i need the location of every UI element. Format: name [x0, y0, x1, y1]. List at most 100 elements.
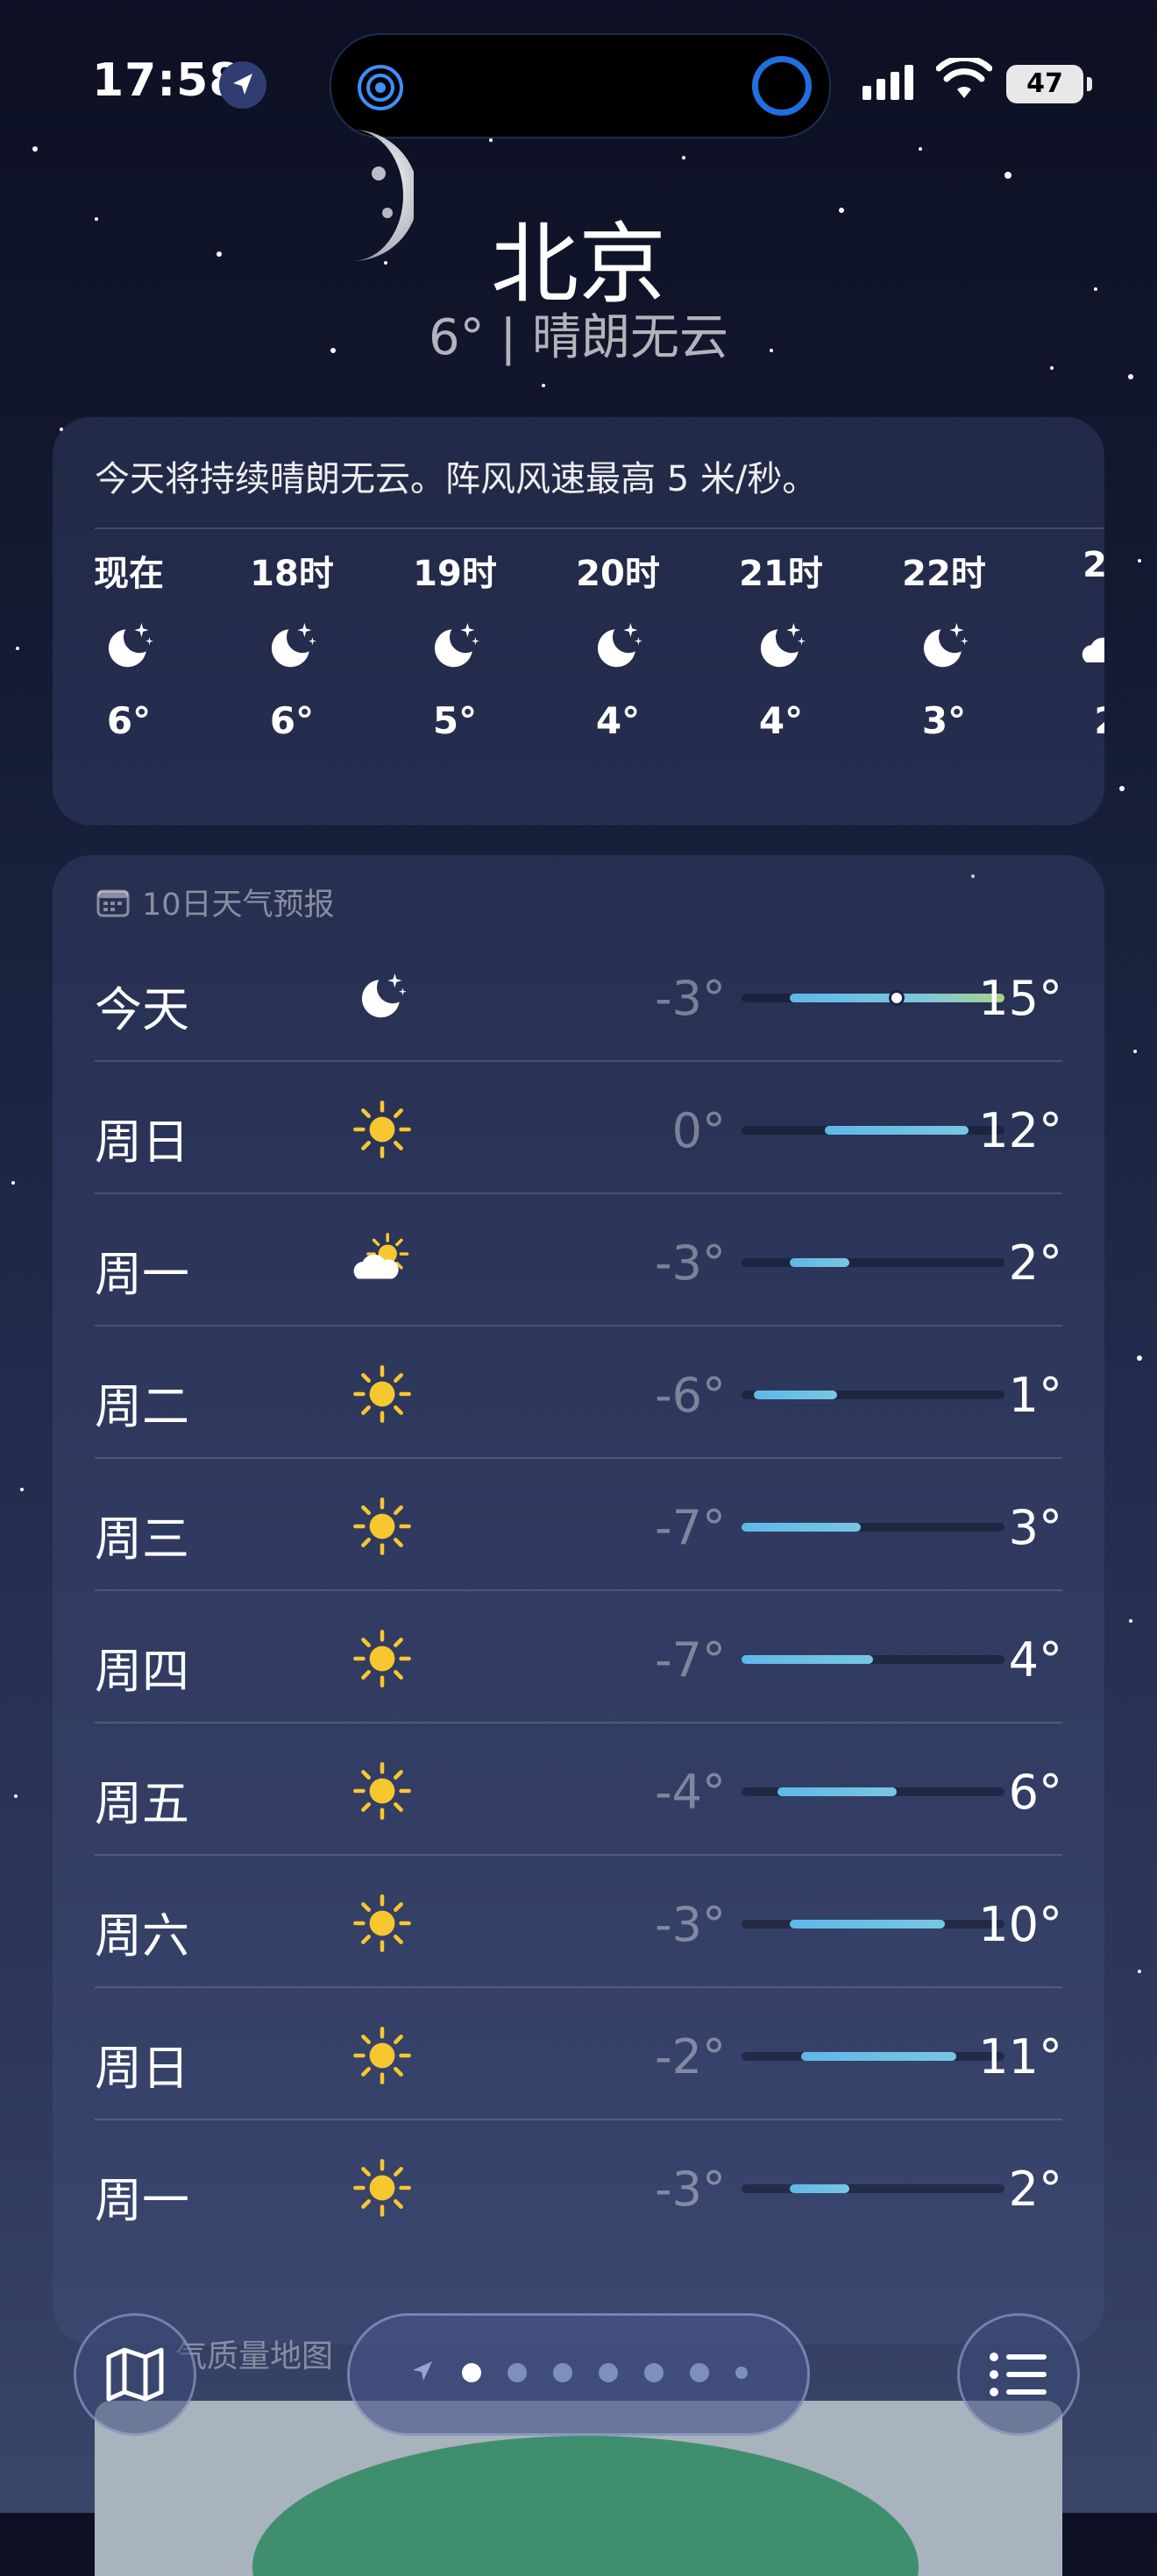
hour-temp: 6°	[269, 699, 315, 742]
page-dot[interactable]	[508, 2363, 527, 2382]
temp-range-fill	[742, 1655, 873, 1664]
low-temp: -7°	[655, 1632, 726, 1688]
moon-stars-icon	[724, 594, 838, 699]
temp-range-fill	[742, 1523, 862, 1532]
high-temp-value: 2°	[1008, 1235, 1062, 1291]
page-dot[interactable]	[599, 2363, 618, 2382]
ten-day-title: 10日天气预报	[142, 888, 335, 923]
day-label: 周日	[95, 1115, 189, 1170]
low-temp: -4°	[655, 1765, 726, 1820]
hour-label: 20时	[576, 554, 660, 594]
sun-icon	[347, 2153, 417, 2223]
moon-stars-icon	[561, 594, 675, 699]
page-dot[interactable]	[735, 2367, 748, 2379]
high-temp: 1°	[1006, 1368, 1062, 1423]
temp-range-bar	[742, 1920, 1004, 1928]
low-temp: -3°	[655, 971, 726, 1026]
hour-column: 现在 6°	[72, 545, 186, 742]
current-temp-marker	[889, 990, 905, 1006]
day-row[interactable]: 周一 -3° 2°	[95, 1195, 1062, 1327]
hour-label: 22时	[902, 554, 986, 594]
day-label: 周六	[95, 1908, 189, 1964]
high-temp-value: 4°	[1008, 1632, 1062, 1688]
ten-day-header: 10日天气预报	[96, 880, 335, 924]
hour-column: 19时 5°	[398, 545, 512, 742]
hour-label: 21时	[739, 554, 823, 594]
hour-column: 20时 4°	[561, 545, 675, 742]
high-temp: 10°	[978, 1897, 1062, 1952]
day-label: 周五	[95, 1776, 189, 1831]
day-row[interactable]: 周日 0° 12°	[95, 1063, 1062, 1194]
day-label: 今天	[95, 982, 189, 1037]
temp-range-fill	[825, 1126, 969, 1135]
day-row[interactable]: 周日 -2° 11°	[95, 1989, 1062, 2120]
temp-range-fill	[801, 2052, 957, 2061]
high-temp-value: 6°	[1008, 1765, 1062, 1820]
day-row[interactable]: 周六 -3° 10°	[95, 1857, 1062, 1988]
day-row[interactable]: 周二 -6° 1°	[95, 1327, 1062, 1459]
day-row[interactable]: 周一 -3° 2°	[95, 2121, 1062, 2253]
temp-range-bar	[742, 2184, 1004, 2193]
temp-range-bar	[742, 990, 1004, 1006]
map-button[interactable]	[74, 2313, 196, 2436]
day-label: 周二	[95, 1379, 189, 1434]
activity-ring-icon	[752, 56, 812, 116]
day-row[interactable]: 周三 -7° 3°	[95, 1460, 1062, 1591]
location-arrow-icon	[219, 61, 266, 109]
day-row[interactable]: 周五 -4° 6°	[95, 1724, 1062, 1856]
battery-indicator: 47	[1006, 65, 1092, 103]
ten-day-forecast-card[interactable]: 10日天气预报 今天 -3° 15° 周日 0° 12° 周一 -3° 2° 周…	[53, 855, 1104, 2345]
high-temp-value: 3°	[1008, 1500, 1062, 1555]
temp-range-bar	[742, 2052, 1004, 2061]
hour-column: 18时 6°	[235, 545, 349, 742]
divider	[95, 1060, 1062, 1062]
day-row[interactable]: 今天 -3° 15°	[95, 931, 1062, 1062]
temp-range-fill	[789, 2184, 849, 2193]
dynamic-island	[330, 33, 831, 138]
day-label: 周三	[95, 1511, 189, 1567]
list-icon	[990, 2353, 1047, 2396]
city-list-button[interactable]	[957, 2313, 1080, 2436]
hour-label: 现在	[94, 554, 164, 594]
hour-temp: 6°	[106, 699, 152, 742]
hour-temp: 2	[1050, 699, 1104, 742]
temp-range-bar	[742, 1787, 1004, 1796]
hour-column: 21时 4°	[724, 545, 838, 742]
temp-range-bar	[742, 1391, 1004, 1399]
day-label: 周日	[95, 2041, 189, 2096]
temp-range-fill	[753, 1391, 838, 1399]
page-dot[interactable]	[553, 2363, 572, 2382]
map-icon	[106, 2347, 164, 2402]
status-bar: 17:58 47	[0, 0, 1157, 175]
high-temp: 12°	[978, 1103, 1062, 1158]
temp-range-bar	[742, 1655, 1004, 1664]
temp-range-bar	[742, 1126, 1004, 1135]
cloud-moon-icon	[1050, 594, 1104, 699]
high-temp-value: 11°	[978, 2029, 1062, 2084]
sun-icon	[347, 1491, 417, 1561]
page-dot[interactable]	[644, 2363, 664, 2382]
calendar-icon	[96, 889, 130, 916]
current-location-page-icon[interactable]	[409, 2358, 436, 2388]
low-temp: -2°	[655, 2029, 726, 2084]
wifi-icon	[936, 58, 992, 98]
high-temp: 15°	[978, 971, 1062, 1026]
day-row[interactable]: 周四 -7° 4°	[95, 1592, 1062, 1723]
low-temp: -7°	[655, 1500, 726, 1555]
divider	[95, 1986, 1062, 1988]
page-dot[interactable]	[690, 2363, 709, 2382]
low-temp: -3°	[655, 2162, 726, 2217]
page-indicator[interactable]	[347, 2313, 810, 2436]
high-temp-value: 15°	[978, 971, 1062, 1026]
high-temp: 11°	[978, 2029, 1062, 2084]
divider	[95, 1325, 1062, 1327]
sun-icon	[347, 1756, 417, 1826]
day-label: 周四	[95, 1644, 189, 1699]
page-dot[interactable]	[462, 2363, 481, 2382]
high-temp: 4°	[1006, 1632, 1062, 1688]
divider	[95, 1589, 1062, 1591]
sun-icon	[347, 2020, 417, 2091]
moon-stars-icon	[72, 594, 186, 699]
sun-icon	[347, 1888, 417, 1958]
hourly-forecast-card[interactable]: 今天将持续晴朗无云。阵风风速最高 5 米/秒。 现在 6° 18时 6° 19时 5…	[53, 417, 1104, 825]
